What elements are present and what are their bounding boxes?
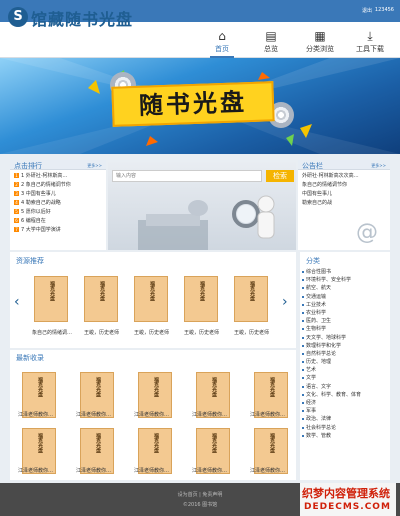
list-item[interactable]: 33 中国有些事儿 — [10, 190, 106, 199]
category-item[interactable]: 历史、地理 — [300, 358, 390, 366]
list-item[interactable]: 中国有些事儿 — [298, 190, 390, 199]
book-cover[interactable]: 福克光盘 — [234, 276, 268, 322]
ranking-panel: 点击排行 更多>> 11 外研社·柯林斯高… 22 象自己的情绪调节你 33 中… — [10, 160, 106, 250]
category-item[interactable]: 艺术 — [300, 366, 390, 374]
list-item[interactable]: 77 大学中国学演讲 — [10, 226, 106, 235]
resources-title: 资源推荐 — [16, 257, 44, 265]
next-arrow-icon[interactable]: › — [282, 294, 288, 310]
site-logo-text[interactable]: 馆藏随书光盘 — [31, 6, 133, 30]
notice-panel: 公告栏 更多>> 外研社·柯林斯高次次高… 象自己的情绪调节你 中国有些事儿 勒… — [298, 160, 390, 250]
category-item[interactable]: 工业技术 — [300, 301, 390, 309]
list-item[interactable]: 11 外研社·柯林斯高… — [10, 172, 106, 181]
home-icon: ⌂ — [218, 29, 226, 43]
category-item[interactable]: 交通运输 — [300, 293, 390, 301]
book-title[interactable]: 象自己的情绪调… — [32, 329, 74, 336]
category-item[interactable]: 军事 — [300, 407, 390, 415]
category-panel: 分类 综合性图书 环境科学、安全科学 航空、航天 交通运输 工业技术 农业科学 … — [300, 252, 390, 480]
prev-arrow-icon[interactable]: ‹ — [14, 294, 20, 310]
book-cover[interactable]: 福克光盘 — [134, 276, 168, 322]
category-item[interactable]: 天文学、地球科学 — [300, 334, 390, 342]
notice-title: 公告栏 — [302, 162, 323, 170]
book-title[interactable]: 江泽老师教你… — [250, 411, 292, 418]
book-cover[interactable]: 福克光盘 — [84, 276, 118, 322]
overview-icon: ▤ — [265, 29, 277, 43]
magnifier-figure-icon — [232, 195, 275, 239]
category-item[interactable]: 自然科学总论 — [300, 350, 390, 358]
category-item[interactable]: 农业科学 — [300, 309, 390, 317]
category-icon: ▦ — [314, 29, 326, 43]
book-title[interactable]: 江泽老师教你… — [18, 467, 60, 474]
category-item[interactable]: 政治、法律 — [300, 415, 390, 423]
category-item[interactable]: 生物科学 — [300, 325, 390, 333]
book-title[interactable]: 江泽老师教你… — [18, 411, 60, 418]
book-title[interactable]: 王峻，历史老师 — [184, 329, 226, 336]
category-item[interactable]: 文化、科学、教育、体育 — [300, 391, 390, 399]
book-title[interactable]: 王峻，历史老师 — [84, 329, 126, 336]
download-icon: ⤓ — [367, 29, 373, 43]
book-title[interactable]: 江泽老师教你… — [76, 411, 118, 418]
list-item[interactable]: 22 象自己的情绪调节你 — [10, 181, 106, 190]
book-title[interactable]: 江泽老师教你… — [134, 411, 176, 418]
list-item[interactable]: 66 编程自在 — [10, 217, 106, 226]
ranking-more-link[interactable]: 更多>> — [87, 163, 102, 169]
category-title: 分类 — [306, 257, 320, 265]
ranking-list: 11 外研社·柯林斯高… 22 象自己的情绪调节你 33 中国有些事儿 44 勒… — [10, 172, 106, 235]
category-item[interactable]: 数学、管教 — [300, 432, 390, 440]
search-input[interactable] — [112, 170, 262, 182]
ranking-title: 点击排行 — [14, 162, 42, 170]
book-title[interactable]: 王峻，历史老师 — [234, 329, 276, 336]
list-item[interactable]: 55 愿你以后好 — [10, 208, 106, 217]
category-item[interactable]: 语言、文字 — [300, 383, 390, 391]
category-item[interactable]: 航空、航天 — [300, 284, 390, 292]
category-item[interactable]: 经济 — [300, 399, 390, 407]
category-item[interactable]: 社会科学总论 — [300, 424, 390, 432]
nav-overview[interactable]: ▤ 总览 — [249, 22, 293, 58]
book-title[interactable]: 王峻，历史老师 — [134, 329, 176, 336]
username[interactable]: 123456 — [375, 7, 394, 13]
search-button[interactable]: 检索 — [266, 170, 294, 182]
nav-category[interactable]: ▦ 分类浏览 — [298, 22, 342, 58]
list-item[interactable]: 象自己的情绪调节你 — [298, 181, 390, 190]
category-item[interactable]: 医药、卫生 — [300, 317, 390, 325]
nav-download[interactable]: ⤓ 工具下载 — [348, 22, 392, 58]
book-title[interactable]: 江泽老师教你… — [250, 467, 292, 474]
nav-home[interactable]: ⌂ 首页 — [200, 22, 244, 58]
at-sign-icon: @ — [356, 220, 378, 245]
category-item[interactable]: 综合性图书 — [300, 268, 390, 276]
logout-link[interactable]: 退出 — [362, 7, 372, 14]
notice-more-link[interactable]: 更多>> — [371, 163, 386, 169]
category-item[interactable]: 文学 — [300, 374, 390, 382]
book-cover[interactable]: 福克光盘 — [34, 276, 68, 322]
logo-icon: S — [8, 7, 28, 27]
book-cover[interactable]: 福克光盘 — [184, 276, 218, 322]
category-list: 综合性图书 环境科学、安全科学 航空、航天 交通运输 工业技术 农业科学 医药、… — [300, 268, 390, 440]
notice-list: 外研社·柯林斯高次次高… 象自己的情绪调节你 中国有些事儿 勒索自己的战 — [298, 172, 390, 208]
book-title[interactable]: 江泽老师教你… — [134, 467, 176, 474]
category-item[interactable]: 环境科学、安全科学 — [300, 276, 390, 284]
book-title[interactable]: 江泽老师教你… — [192, 467, 234, 474]
book-title[interactable]: 江泽老师教你… — [192, 411, 234, 418]
watermark: 织梦内容管理系统 DEDECMS.COM — [300, 483, 396, 516]
banner-title: 随书光盘 — [111, 81, 275, 127]
category-item[interactable]: 数理科学和化学 — [300, 342, 390, 350]
books-illustration — [138, 200, 208, 250]
list-item[interactable]: 外研社·柯林斯高次次高… — [298, 172, 390, 181]
list-item[interactable]: 勒索自己的战 — [298, 199, 390, 208]
search-area: 检索 — [108, 162, 296, 250]
book-title[interactable]: 江泽老师教你… — [76, 467, 118, 474]
list-item[interactable]: 44 勒索自己的战略 — [10, 199, 106, 208]
banner: 随书光盘 — [0, 58, 400, 154]
newest-title: 最新收录 — [16, 354, 44, 362]
